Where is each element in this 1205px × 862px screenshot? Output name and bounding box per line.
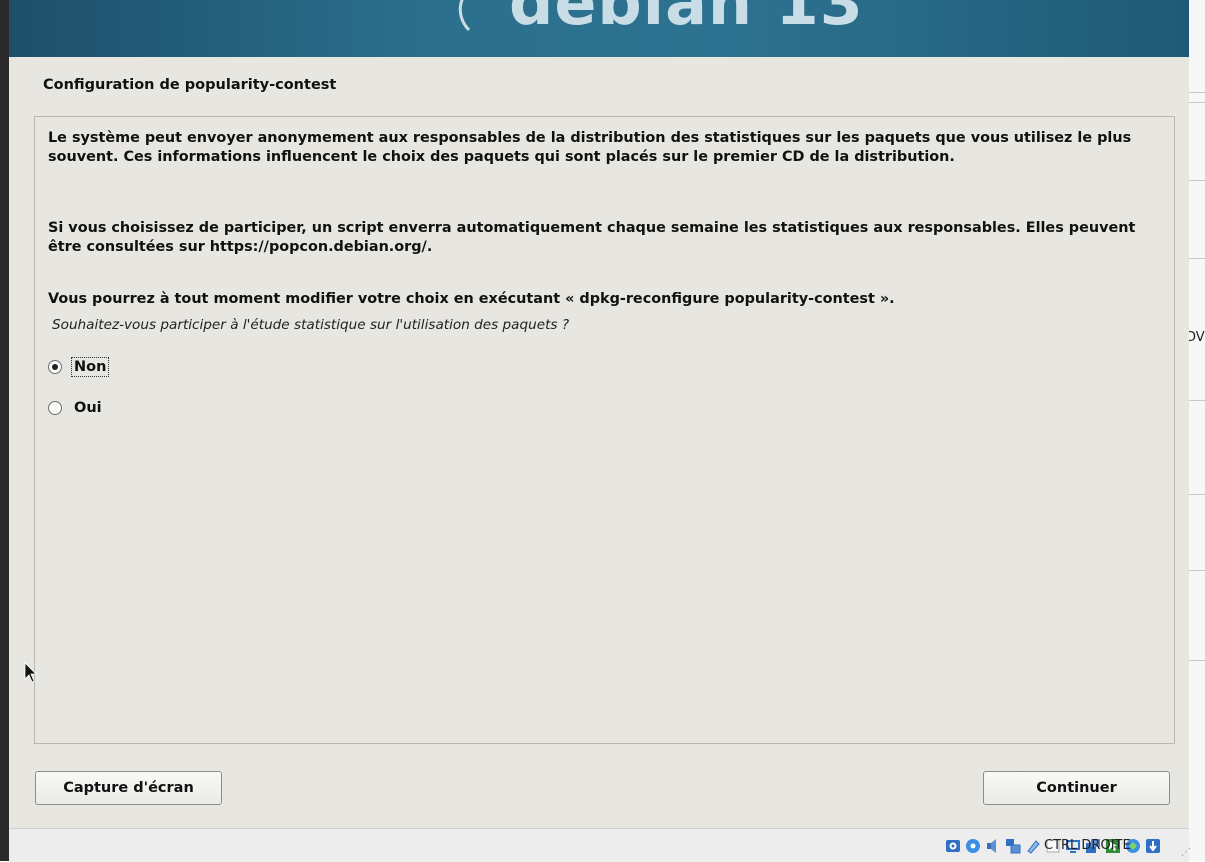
- screenshot-button[interactable]: Capture d'écran: [35, 771, 222, 805]
- content-panel: Le système peut envoyer anonymement aux …: [34, 116, 1175, 744]
- radio-non[interactable]: [48, 360, 62, 374]
- host-window-edge: [0, 0, 9, 861]
- keyboard-capture-icon[interactable]: [1145, 838, 1161, 854]
- host-key-label[interactable]: CTRL DROITE: [1044, 838, 1131, 853]
- option-oui[interactable]: Oui: [48, 396, 104, 420]
- mouse-cursor-icon: [24, 662, 37, 683]
- continue-button[interactable]: Continuer: [983, 771, 1170, 805]
- option-label-oui[interactable]: Oui: [72, 399, 104, 417]
- description-paragraph: Le système peut envoyer anonymement aux …: [48, 130, 1132, 165]
- host-application-background: [1189, 0, 1205, 861]
- usb-icon[interactable]: [1025, 838, 1041, 854]
- description-paragraph: Si vous choisissez de participer, un scr…: [48, 220, 1136, 255]
- option-non[interactable]: Non: [48, 355, 110, 379]
- option-label-non[interactable]: Non: [70, 357, 110, 377]
- network-icon[interactable]: [1005, 838, 1021, 854]
- debian-logo: debian 13: [509, 0, 864, 39]
- radio-oui[interactable]: [48, 401, 62, 415]
- audio-icon[interactable]: [985, 838, 1001, 854]
- question-text: Souhaitez-vous participer à l'étude stat…: [52, 317, 570, 333]
- optical-drive-icon[interactable]: [965, 838, 981, 854]
- description-paragraph: Vous pourrez à tout moment modifier votr…: [48, 291, 895, 307]
- page-title: Configuration de popularity-contest: [43, 77, 337, 93]
- debian-swirl-icon: [458, 0, 471, 32]
- hard-disk-icon[interactable]: [945, 838, 961, 854]
- debian-banner: debian 13: [9, 0, 1189, 57]
- vm-status-bar: CTRL DROITE ⋰: [9, 828, 1191, 862]
- vm-screen[interactable]: debian 13 Configuration de popularity-co…: [9, 0, 1189, 828]
- resize-grip-icon[interactable]: ⋰: [1181, 847, 1191, 858]
